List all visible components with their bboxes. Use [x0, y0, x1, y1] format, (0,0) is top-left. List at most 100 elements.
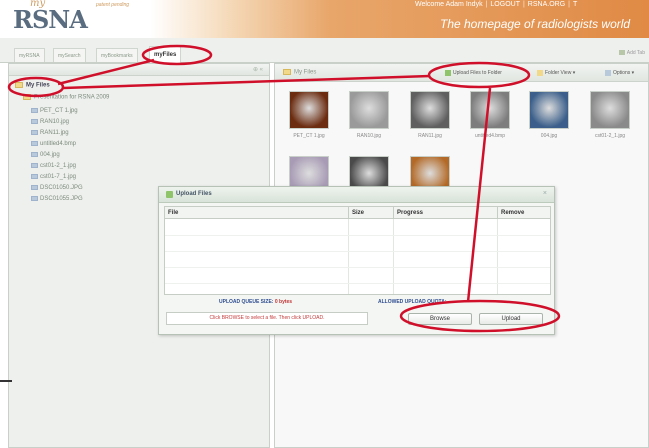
tree-file[interactable]: DSC01055.JPG	[31, 196, 83, 202]
thumbnail-caption: cst01-2_1.jpg	[594, 133, 626, 139]
allowed-quota-label: ALLOWED UPLOAD QUOTA:	[378, 299, 447, 305]
edge-marker-line	[0, 380, 12, 382]
options-icon	[605, 69, 611, 76]
tree-file[interactable]: RAN11.jpg	[31, 130, 69, 136]
tree-file-label: untitled4.bmp	[40, 141, 77, 148]
tree-file-label: 004.jpg	[40, 152, 60, 159]
browse-button[interactable]: Browse	[408, 313, 472, 325]
more-link[interactable]: T	[573, 1, 577, 8]
tree-file-label: cst01-2_1.jpg	[40, 163, 77, 170]
options-label: Options	[613, 70, 631, 76]
queue-size-value: 0 bytes	[274, 299, 293, 305]
column-size[interactable]: Size	[349, 207, 394, 218]
upload-queue-size: UPLOAD QUEUE SIZE: 0 bytes	[219, 299, 292, 305]
folder-view-icon	[537, 69, 543, 76]
tab-bar: myRSNA mySearch myBookmarks myFiles Add …	[0, 38, 649, 63]
column-remove[interactable]: Remove	[498, 207, 550, 218]
tree-file-label: RAN10.jpg	[40, 119, 70, 126]
folder-tree-header: ⊕ «	[9, 64, 269, 76]
tab-myfiles[interactable]: myFiles	[149, 46, 182, 63]
image-file-icon	[31, 108, 38, 113]
file-thumbnail[interactable]: PET_CT 1.jpg	[287, 91, 331, 139]
grid-header: File Size Progress Remove	[165, 207, 550, 219]
tree-file[interactable]: 004.jpg	[31, 152, 60, 158]
rsna-logo[interactable]: RSNA	[13, 5, 88, 34]
folder-icon	[23, 94, 31, 100]
thumbnail-image	[470, 91, 510, 129]
thumbnail-image	[289, 91, 329, 129]
allowed-upload-quota: ALLOWED UPLOAD QUOTA:	[378, 299, 447, 305]
thumbnail-caption: RAN10.jpg	[356, 133, 382, 139]
rsna-org-link[interactable]: RSNA.ORG	[528, 1, 565, 8]
dialog-title: Upload Files	[176, 191, 212, 197]
file-thumbnail[interactable]: cst01-2_1.jpg	[588, 91, 632, 139]
file-browser-toolbar: My Files Upload Files to Folder Folder V…	[275, 64, 648, 82]
folder-view-button[interactable]: Folder View ▾	[537, 68, 575, 79]
tree-root-my-files[interactable]: My Files	[15, 82, 50, 89]
file-thumbnail[interactable]: untitled4.bmp	[468, 91, 512, 139]
column-file[interactable]: File	[165, 207, 349, 218]
add-tab-label: Add Tab	[626, 50, 645, 56]
image-file-icon	[31, 196, 38, 201]
upload-button[interactable]: Upload	[479, 313, 543, 325]
add-tab-icon	[618, 50, 625, 56]
thumbnail-caption: 004.jpg	[540, 133, 558, 139]
image-file-icon	[31, 152, 38, 157]
file-thumbnail[interactable]: RAN10.jpg	[347, 91, 391, 139]
tree-file[interactable]: DSC01050.JPG	[31, 185, 83, 191]
dialog-titlebar[interactable]: Upload Files ×	[159, 187, 554, 203]
file-browser-title-label: My Files	[294, 69, 317, 76]
grid-row-line	[165, 251, 550, 252]
image-file-icon	[31, 130, 38, 135]
tree-file-label: DSC01050.JPG	[40, 185, 83, 192]
tree-folder-presentation[interactable]: Presentation for RSNA 2009	[23, 94, 109, 101]
file-thumbnail[interactable]: RAN11.jpg	[408, 91, 452, 139]
tree-file-label: DSC01055.JPG	[40, 196, 83, 203]
file-thumbnail[interactable]: 004.jpg	[527, 91, 571, 139]
upload-files-button[interactable]: Upload Files to Folder	[445, 68, 502, 79]
tree-file[interactable]: cst01-2_1.jpg	[31, 163, 76, 169]
thumbnail-image	[529, 91, 569, 129]
thumbnail-image	[590, 91, 630, 129]
grid-row-line	[165, 283, 550, 284]
thumbnail-caption: RAN11.jpg	[418, 133, 442, 139]
logout-link[interactable]: LOGOUT	[490, 1, 520, 8]
thumbnail-image	[410, 91, 450, 129]
panel-tools-icon[interactable]: ⊕ «	[253, 66, 263, 73]
tree-file[interactable]: untitled4.bmp	[31, 141, 76, 147]
tree-file-label: cst01-7_1.jpg	[40, 174, 77, 181]
thumbnail-caption: untitled4.bmp	[474, 133, 506, 139]
thumbnail-caption: PET_CT 1.jpg	[293, 133, 325, 139]
image-file-icon	[31, 163, 38, 168]
tree-file[interactable]: PET_CT 1.jpg	[31, 108, 78, 114]
upload-icon	[445, 69, 451, 76]
image-file-icon	[31, 141, 38, 146]
tab-mysearch[interactable]: mySearch	[53, 48, 86, 62]
add-tab-button[interactable]: Add Tab	[618, 50, 645, 56]
tagline: The homepage of radiologists world	[440, 17, 631, 31]
tab-myrsna[interactable]: myRSNA	[14, 48, 45, 62]
app-header: my RSNA patent pending Welcome Adam Indy…	[0, 0, 649, 38]
options-button[interactable]: Options ▾	[605, 68, 634, 79]
file-browser-title: My Files	[283, 69, 316, 76]
image-file-icon	[31, 185, 38, 190]
tree-file-label: RAN11.jpg	[40, 130, 69, 137]
upload-queue-grid: File Size Progress Remove	[164, 206, 551, 295]
image-file-icon	[31, 119, 38, 124]
tree-file[interactable]: RAN10.jpg	[31, 119, 69, 125]
folder-icon	[15, 82, 23, 88]
upload-status-message: Click BROWSE to select a file. Then clic…	[166, 312, 368, 325]
upload-files-dialog: Upload Files × File Size Progress Remove…	[158, 186, 555, 335]
tree-folder-label: Presentation for RSNA 2009	[34, 94, 110, 101]
folder-view-label: Folder View	[545, 70, 572, 76]
close-icon[interactable]: ×	[543, 190, 547, 197]
column-progress[interactable]: Progress	[394, 207, 498, 218]
patent-pending-label: patent pending	[96, 2, 130, 8]
grid-row-line	[165, 267, 550, 268]
welcome-bar: Welcome Adam Indyk | LOGOUT | RSNA.ORG | T	[415, 1, 578, 8]
tree-root-label: My Files	[26, 82, 50, 89]
tree-file[interactable]: cst01-7_1.jpg	[31, 174, 76, 180]
thumbnail-image	[349, 91, 389, 129]
upload-icon	[166, 191, 173, 198]
tab-mybookmarks[interactable]: myBookmarks	[96, 48, 138, 62]
